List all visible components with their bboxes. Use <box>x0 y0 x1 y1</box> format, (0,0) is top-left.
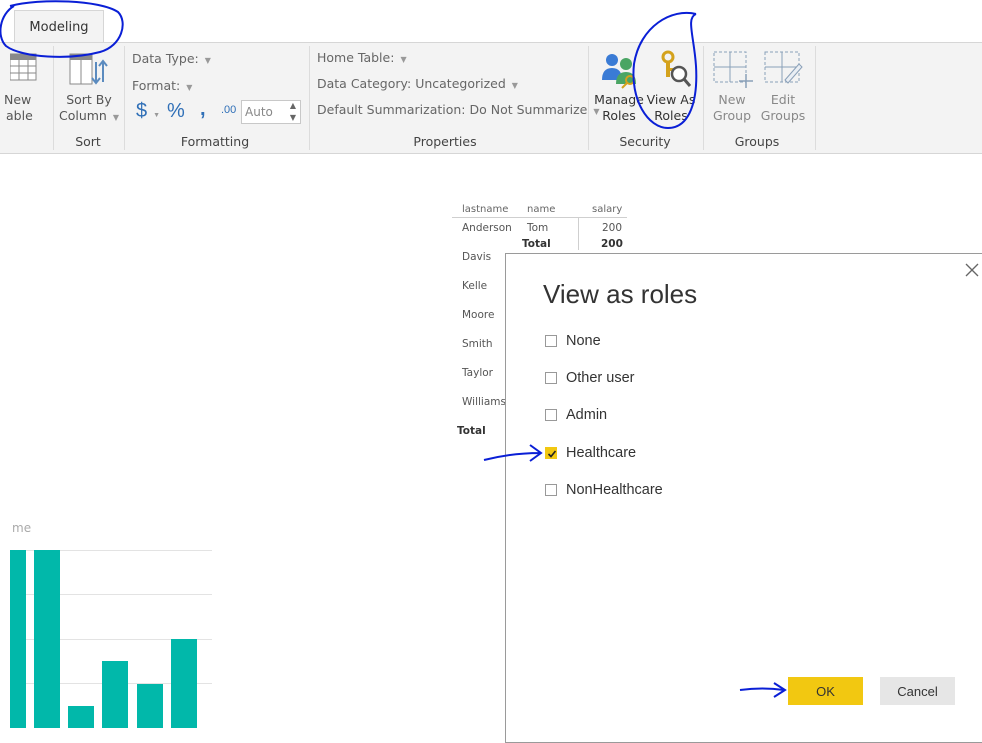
annotation-circle-modeling <box>0 0 124 58</box>
annotation-overlay <box>0 0 787 698</box>
annotation-arrow-ok <box>739 682 787 698</box>
annotation-circle-view-as-roles <box>632 11 698 130</box>
annotation-arrow-healthcare <box>483 444 543 462</box>
